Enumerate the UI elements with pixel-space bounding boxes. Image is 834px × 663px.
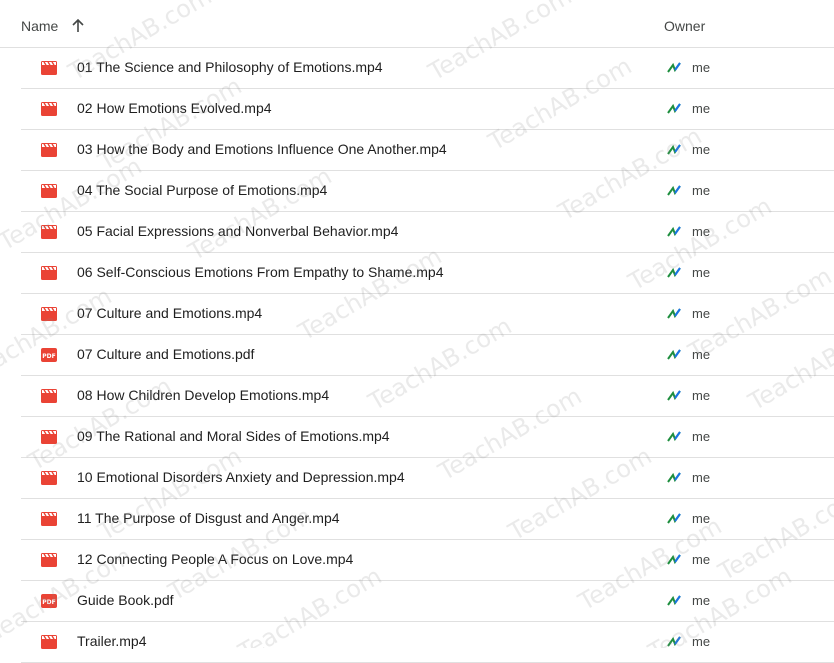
owner-name: me	[692, 388, 711, 403]
video-file-icon	[41, 102, 57, 116]
file-name[interactable]: Guide Book.pdf	[77, 592, 174, 608]
video-file-icon	[41, 225, 57, 239]
file-name[interactable]: 11 The Purpose of Disgust and Anger.mp4	[77, 510, 340, 526]
file-name[interactable]: 12 Connecting People A Focus on Love.mp4	[77, 551, 353, 567]
owner-name: me	[692, 429, 711, 444]
owner-avatar-icon	[667, 62, 681, 73]
file-name[interactable]: 09 The Rational and Moral Sides of Emoti…	[77, 428, 390, 444]
file-name[interactable]: 04 The Social Purpose of Emotions.mp4	[77, 182, 327, 198]
video-file-icon	[41, 61, 57, 75]
file-row[interactable]: 09 The Rational and Moral Sides of Emoti…	[21, 417, 834, 458]
file-row[interactable]: 03 How the Body and Emotions Influence O…	[21, 130, 834, 171]
owner-avatar-icon	[667, 267, 681, 278]
video-file-icon	[41, 184, 57, 198]
video-file-icon	[41, 266, 57, 280]
video-file-icon	[41, 389, 57, 403]
owner-avatar-icon	[667, 554, 681, 565]
file-name[interactable]: 08 How Children Develop Emotions.mp4	[77, 387, 329, 403]
video-file-icon	[41, 143, 57, 157]
file-name[interactable]: 06 Self-Conscious Emotions From Empathy …	[77, 264, 444, 280]
file-row[interactable]: 04 The Social Purpose of Emotions.mp4 me	[21, 171, 834, 212]
file-row[interactable]: 10 Emotional Disorders Anxiety and Depre…	[21, 458, 834, 499]
owner-name: me	[692, 265, 711, 280]
owner-name: me	[692, 183, 711, 198]
file-name[interactable]: 07 Culture and Emotions.mp4	[77, 305, 262, 321]
owner-name: me	[692, 470, 711, 485]
svg-text:PDF: PDF	[42, 353, 55, 360]
owner-avatar-icon	[667, 308, 681, 319]
video-file-icon	[41, 430, 57, 444]
file-name[interactable]: 01 The Science and Philosophy of Emotion…	[77, 59, 383, 75]
video-file-icon	[41, 635, 57, 649]
file-name[interactable]: 05 Facial Expressions and Nonverbal Beha…	[77, 223, 398, 239]
owner-name: me	[692, 60, 711, 75]
file-name[interactable]: 07 Culture and Emotions.pdf	[77, 346, 254, 362]
file-row[interactable]: 12 Connecting People A Focus on Love.mp4…	[21, 540, 834, 581]
file-row[interactable]: 05 Facial Expressions and Nonverbal Beha…	[21, 212, 834, 253]
file-row[interactable]: 08 How Children Develop Emotions.mp4 me	[21, 376, 834, 417]
arrow-up-icon[interactable]	[70, 18, 86, 34]
file-name[interactable]: Trailer.mp4	[77, 633, 147, 649]
file-name[interactable]: 10 Emotional Disorders Anxiety and Depre…	[77, 469, 405, 485]
owner-name: me	[692, 142, 711, 157]
owner-avatar-icon	[667, 349, 681, 360]
owner-avatar-icon	[667, 513, 681, 524]
owner-column-header[interactable]: Owner	[664, 18, 705, 34]
svg-text:PDF: PDF	[42, 599, 55, 606]
owner-name: me	[692, 224, 711, 239]
file-row[interactable]: PDF 07 Culture and Emotions.pdf me	[21, 335, 834, 376]
owner-name: me	[692, 347, 711, 362]
owner-avatar-icon	[667, 144, 681, 155]
name-column-header[interactable]: Name	[21, 18, 86, 34]
pdf-file-icon: PDF	[41, 348, 57, 362]
video-file-icon	[41, 512, 57, 526]
owner-avatar-icon	[667, 431, 681, 442]
owner-avatar-icon	[667, 595, 681, 606]
file-list: 01 The Science and Philosophy of Emotion…	[0, 48, 834, 663]
owner-avatar-icon	[667, 103, 681, 114]
video-file-icon	[41, 307, 57, 321]
file-row[interactable]: PDF Guide Book.pdf me	[21, 581, 834, 622]
owner-avatar-icon	[667, 185, 681, 196]
owner-name: me	[692, 634, 711, 649]
owner-avatar-icon	[667, 636, 681, 647]
owner-avatar-icon	[667, 226, 681, 237]
file-name[interactable]: 03 How the Body and Emotions Influence O…	[77, 141, 447, 157]
owner-name: me	[692, 552, 711, 567]
owner-name: me	[692, 511, 711, 526]
owner-avatar-icon	[667, 472, 681, 483]
file-row[interactable]: 02 How Emotions Evolved.mp4 me	[21, 89, 834, 130]
file-row[interactable]: Trailer.mp4 me	[21, 622, 834, 663]
file-row[interactable]: 11 The Purpose of Disgust and Anger.mp4 m…	[21, 499, 834, 540]
video-file-icon	[41, 471, 57, 485]
file-row[interactable]: 06 Self-Conscious Emotions From Empathy …	[21, 253, 834, 294]
name-column-label: Name	[21, 18, 59, 34]
file-list-header: Name Owner	[0, 0, 834, 48]
video-file-icon	[41, 553, 57, 567]
pdf-file-icon: PDF	[41, 594, 57, 608]
file-row[interactable]: 07 Culture and Emotions.mp4 me	[21, 294, 834, 335]
file-row[interactable]: 01 The Science and Philosophy of Emotion…	[21, 48, 834, 89]
file-name[interactable]: 02 How Emotions Evolved.mp4	[77, 100, 272, 116]
owner-name: me	[692, 593, 711, 608]
owner-avatar-icon	[667, 390, 681, 401]
owner-name: me	[692, 306, 711, 321]
owner-name: me	[692, 101, 711, 116]
